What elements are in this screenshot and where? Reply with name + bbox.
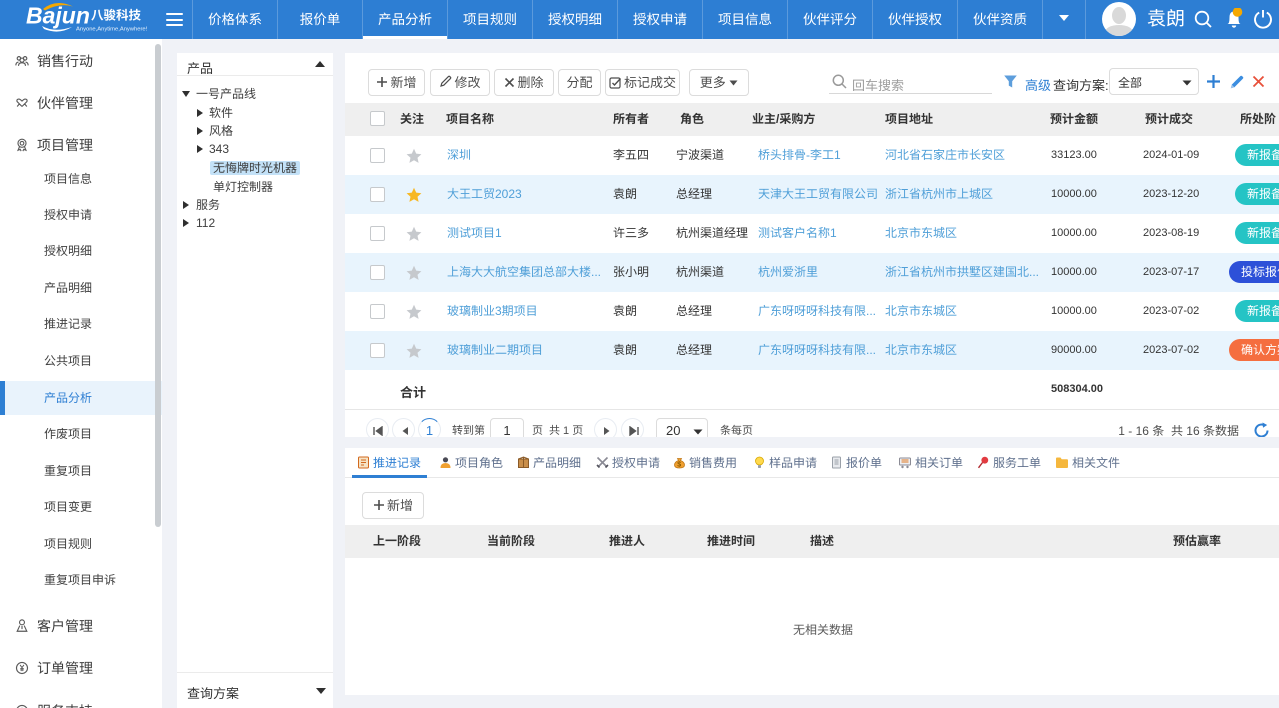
svg-text:Bajun: Bajun (26, 3, 90, 29)
svg-text:$: $ (677, 462, 681, 469)
svg-text:Anyone,Anytime,Anywhere!: Anyone,Anytime,Anywhere! (76, 27, 148, 33)
svg-text:八骏科技: 八骏科技 (91, 9, 142, 23)
